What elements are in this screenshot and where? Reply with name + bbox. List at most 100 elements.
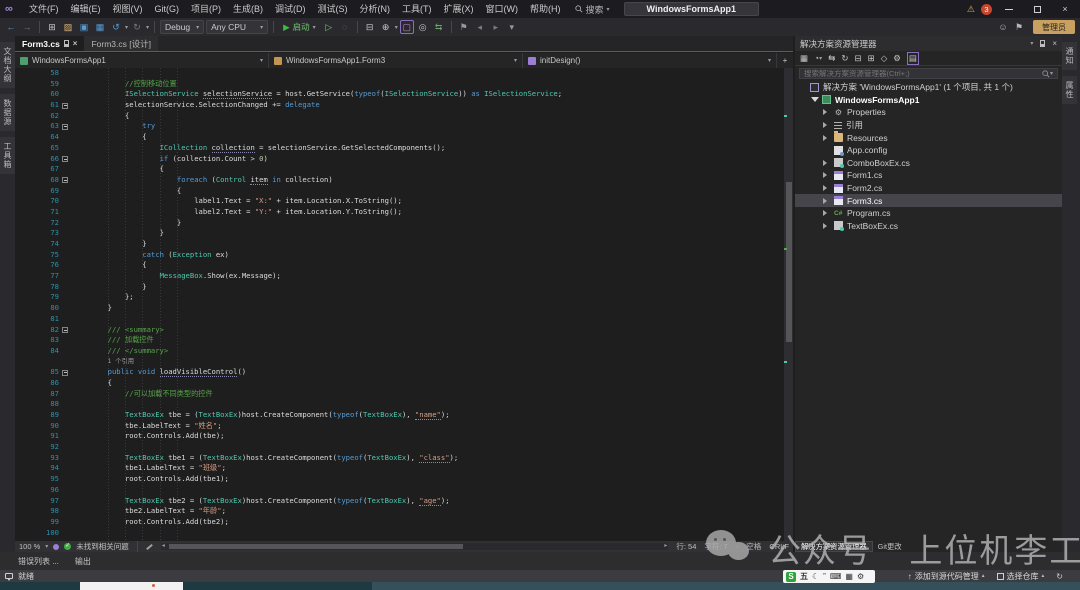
fold-toggle-icon[interactable]	[62, 327, 68, 333]
chevron-down-icon[interactable]: ▾	[146, 24, 149, 31]
properties-icon[interactable]: ⚙	[893, 53, 901, 64]
code-line[interactable]: 96	[15, 485, 793, 496]
select-repository-button[interactable]: 选择仓库 ▴	[997, 571, 1045, 582]
attach-process-icon[interactable]: ⊕	[379, 20, 393, 34]
search-box[interactable]: 搜索 ▾	[575, 3, 610, 16]
code-health-label[interactable]: 未找到相关问题	[76, 541, 129, 552]
code-line[interactable]: 93TextBoxEx tbe1 = (TextBoxEx)host.Creat…	[15, 453, 793, 464]
chevron-down-icon[interactable]: ▾	[125, 24, 128, 31]
step-commands-icon[interactable]: ⇆	[432, 20, 446, 34]
code-line[interactable]: 61selectionService.SelectionChanged += d…	[15, 100, 793, 111]
navigation-dropdown[interactable]: WindowsFormsApp1▾	[15, 53, 269, 68]
find-in-files-icon[interactable]: ◎	[416, 20, 430, 34]
menu-扩展[interactable]: 扩展(X)	[438, 4, 480, 14]
tree-item-ComboBoxEx.cs[interactable]: ComboBoxEx.cs	[795, 157, 1062, 170]
add-view-button[interactable]: +	[777, 53, 793, 68]
menu-帮助[interactable]: 帮助(H)	[524, 4, 567, 14]
code-line[interactable]: 80}	[15, 303, 793, 314]
notification-badge[interactable]: 3	[981, 4, 992, 15]
view-code-icon[interactable]: ◇	[881, 53, 888, 64]
code-line[interactable]: 88	[15, 399, 793, 410]
code-line[interactable]: 64{	[15, 132, 793, 143]
intellicode-toggle-icon[interactable]: ▢	[400, 20, 414, 34]
code-line[interactable]: 68foreach (Control item in collection)	[15, 175, 793, 186]
menu-编辑[interactable]: 编辑(E)	[65, 4, 107, 14]
next-bookmark-icon[interactable]: ▸	[489, 20, 503, 34]
document-tab[interactable]: Form3.cs [设计]	[84, 36, 158, 51]
code-line[interactable]: 98tbe2.LabelText = "年龄";	[15, 506, 793, 517]
fold-toggle-icon[interactable]	[62, 177, 68, 183]
zoom-level[interactable]: 100 %	[19, 542, 40, 551]
code-line[interactable]: 71label2.Text = "Y:" + item.Location.Y.T…	[15, 207, 793, 218]
open-folder-icon[interactable]: ▨	[61, 20, 75, 34]
chevron-down-icon[interactable]: ▾	[395, 24, 398, 31]
pin-icon[interactable]	[1040, 40, 1045, 47]
code-line[interactable]: 72}	[15, 218, 793, 229]
tree-item-Program.cs[interactable]: C#Program.cs	[795, 207, 1062, 220]
tree-item-Form3.cs[interactable]: Form3.cs	[795, 194, 1062, 207]
ime-toolbar[interactable]: S 五 ☾”⌨▦⚙	[783, 570, 875, 583]
tree-item-Form2.cs[interactable]: Form2.cs	[795, 182, 1062, 195]
nest-files-icon[interactable]: ⊟	[854, 53, 861, 64]
platform-dropdown[interactable]: Any CPU▾	[206, 20, 268, 34]
code-line[interactable]: 83/// 加载控件	[15, 335, 793, 346]
code-editor[interactable]: 5859//控制移动位置60ISelectionService selectio…	[15, 68, 793, 541]
code-line[interactable]: 100	[15, 528, 793, 539]
ime-mode-label[interactable]: 五	[800, 570, 808, 583]
sogou-logo-icon[interactable]: S	[786, 572, 796, 582]
punctuation-icon[interactable]: ”	[823, 570, 826, 583]
menu-Git[interactable]: Git(G)	[149, 4, 186, 14]
solution-search-box[interactable]: ▾	[799, 68, 1058, 79]
tree-item-App.config[interactable]: App.config	[795, 144, 1062, 157]
code-line[interactable]: 59//控制移动位置	[15, 79, 793, 90]
rail-tab-数据源[interactable]: 数据源	[0, 94, 15, 131]
tree-item-[interactable]: 引用	[795, 119, 1062, 132]
redo-icon[interactable]: ↻	[130, 20, 144, 34]
save-icon[interactable]: ▣	[77, 20, 91, 34]
save-all-icon[interactable]: ▦	[93, 20, 107, 34]
skin-icon[interactable]: ▦	[845, 570, 853, 583]
tree-item-Properties[interactable]: ⚙Properties	[795, 106, 1062, 119]
admin-badge[interactable]: 管理员	[1033, 20, 1075, 34]
expand-arrow-icon[interactable]	[823, 198, 827, 204]
fold-toggle-icon[interactable]	[62, 370, 68, 376]
prev-bookmark-icon[interactable]: ◂	[473, 20, 487, 34]
code-line[interactable]: 99root.Controls.Add(tbe2);	[15, 517, 793, 528]
collapse-arrow-icon[interactable]	[811, 97, 819, 102]
vertical-scrollbar[interactable]	[784, 68, 793, 541]
soft-keyboard-icon[interactable]: ⌨	[830, 570, 842, 583]
document-tab[interactable]: Form3.cs×	[15, 36, 84, 51]
close-icon[interactable]: ×	[73, 39, 78, 48]
code-line[interactable]: 69{	[15, 186, 793, 197]
bottom-tab[interactable]: 输出	[73, 554, 93, 569]
solution-search-input[interactable]	[804, 69, 1042, 78]
code-line[interactable]: 82/// <summary>	[15, 325, 793, 336]
expand-arrow-icon[interactable]	[823, 185, 827, 191]
code-line[interactable]: 60ISelectionService selectionService = h…	[15, 89, 793, 100]
rail-tab-属性[interactable]: 属性	[1062, 76, 1077, 104]
menu-生成[interactable]: 生成(B)	[227, 4, 269, 14]
refresh-icon[interactable]: ↻	[841, 53, 848, 64]
background-window-edge[interactable]	[80, 582, 183, 590]
code-line[interactable]: 92	[15, 442, 793, 453]
menu-窗口[interactable]: 窗口(W)	[480, 4, 525, 14]
code-line[interactable]: 81	[15, 314, 793, 325]
build-icon[interactable]: ⊟	[363, 20, 377, 34]
sync-with-active-document-icon[interactable]: ⇆	[828, 53, 835, 64]
space-indicator[interactable]: 空格	[746, 541, 761, 552]
chevron-down-icon[interactable]: ▾	[1030, 40, 1033, 47]
code-line[interactable]: 70label1.Text = "X:" + item.Location.X.T…	[15, 196, 793, 207]
bookmark-icon[interactable]: ⚑	[457, 20, 471, 34]
code-line[interactable]: 66if (collection.Count > 0)	[15, 154, 793, 165]
tree-item-Form1.cs[interactable]: Form1.cs	[795, 169, 1062, 182]
code-line[interactable]: 65ICollection collection = selectionServ…	[15, 143, 793, 154]
rail-tab-文档大纲[interactable]: 文档大纲	[0, 42, 15, 88]
code-line[interactable]: 62{	[15, 111, 793, 122]
codelens-row[interactable]: 1 个引用	[15, 357, 793, 368]
code-line[interactable]: 97TextBoxEx tbe2 = (TextBoxEx)host.Creat…	[15, 496, 793, 507]
night-mode-icon[interactable]: ☾	[812, 570, 819, 583]
close-button[interactable]: ×	[1054, 0, 1076, 18]
code-line[interactable]: 95root.Controls.Add(tbe1);	[15, 474, 793, 485]
new-project-icon[interactable]: ⊞	[45, 20, 59, 34]
fold-toggle-icon[interactable]	[62, 124, 68, 130]
